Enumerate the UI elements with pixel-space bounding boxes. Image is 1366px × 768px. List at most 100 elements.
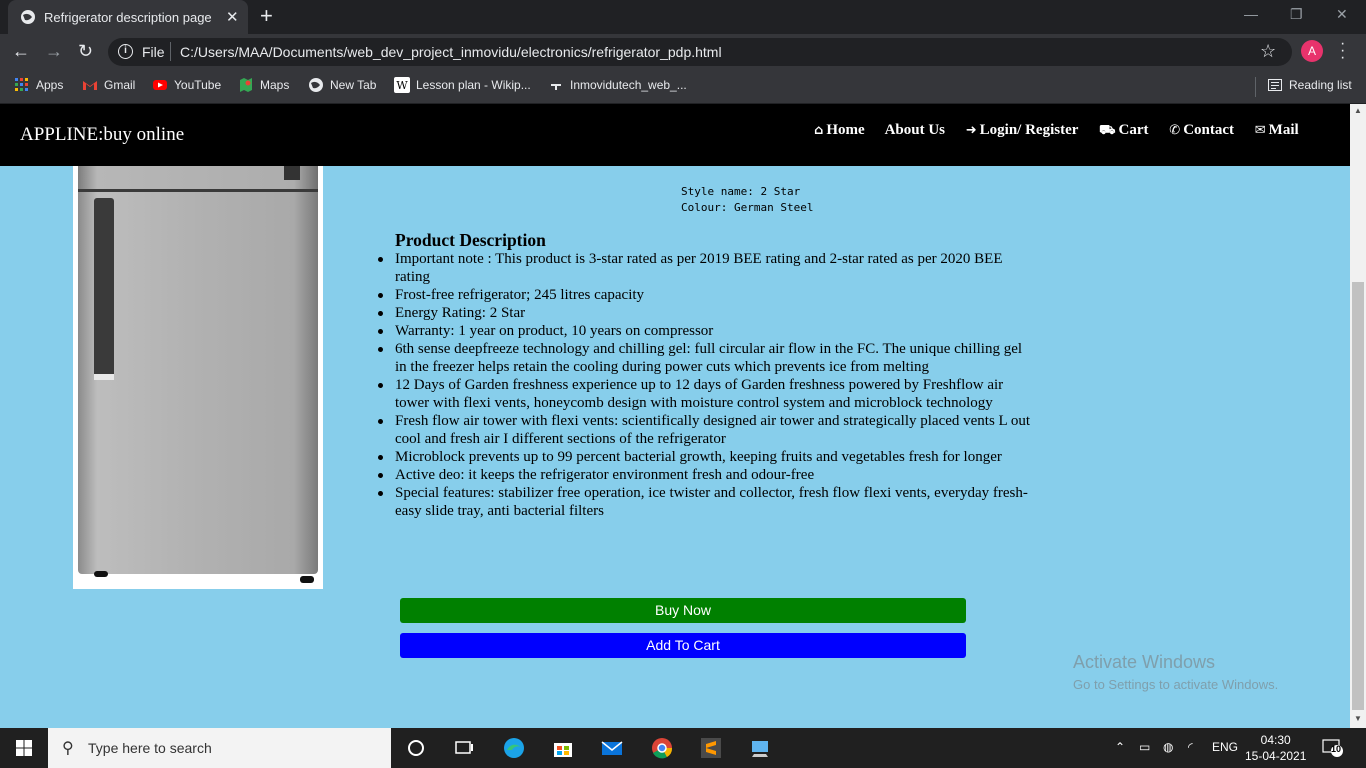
nav-label: About Us: [884, 122, 946, 138]
handle-tip: [94, 374, 114, 380]
bookmark-apps[interactable]: Apps: [14, 77, 63, 95]
bookmarks-bar: Apps Gmail YouTube Maps New Tab W Lesson …: [0, 70, 1366, 104]
description-item: Energy Rating: 2 Star: [378, 304, 1035, 322]
file-label: File: [142, 44, 165, 60]
app-icon[interactable]: [748, 736, 772, 760]
bookmark-star-icon[interactable]: ☆: [1260, 41, 1276, 62]
back-icon[interactable]: ←: [12, 42, 30, 60]
scrollbar-thumb[interactable]: [1352, 282, 1364, 710]
cortana-icon[interactable]: [404, 736, 428, 760]
bookmark-label: Inmovidutech_web_...: [570, 78, 687, 92]
buy-now-button[interactable]: Buy Now: [400, 598, 966, 623]
sublime-text-icon[interactable]: [699, 736, 723, 760]
bookmarks-separator: [1255, 77, 1256, 97]
clock-time: 04:30: [1260, 733, 1291, 747]
home-icon: ⌂: [814, 123, 824, 138]
address-separator: [170, 42, 171, 61]
battery-icon[interactable]: ▭: [1139, 740, 1150, 754]
nav-label: Login/ Register: [979, 122, 1079, 138]
page-scrollbar[interactable]: ▲ ▼: [1350, 104, 1366, 728]
language-indicator[interactable]: ENG: [1212, 740, 1238, 754]
description-item: Microblock prevents up to 99 percent bac…: [378, 448, 1035, 466]
meet-now-icon[interactable]: ◍: [1163, 740, 1173, 754]
search-icon: ⚲: [62, 740, 74, 757]
taskbar-search[interactable]: ⚲ Type here to search: [48, 728, 391, 768]
sign-in-icon: ➜: [965, 123, 977, 138]
reading-list-button[interactable]: Reading list: [1267, 77, 1352, 95]
description-heading: Product Description: [395, 230, 546, 250]
close-window-icon[interactable]: ✕: [1336, 6, 1348, 23]
bookmark-label: Maps: [260, 78, 290, 92]
forward-icon[interactable]: →: [45, 42, 63, 60]
description-item: 6th sense deepfreeze technology and chil…: [378, 340, 1035, 376]
spec-style: Style name: 2 Star: [681, 185, 801, 198]
envelope-icon: ✉: [1254, 123, 1266, 138]
scroll-down-icon[interactable]: ▼: [1354, 714, 1362, 723]
add-to-cart-button[interactable]: Add To Cart: [400, 633, 966, 658]
site-navbar: APPLINE:buy online ⌂ Home About Us ➜ Login…: [0, 104, 1350, 166]
scroll-up-icon[interactable]: ▲: [1354, 106, 1362, 115]
site-brand[interactable]: APPLINE:buy online: [20, 124, 184, 146]
info-icon[interactable]: i: [118, 44, 133, 59]
bookmark-new-tab[interactable]: New Tab: [308, 77, 376, 95]
phone-icon: ✆: [1169, 123, 1181, 138]
bookmark-lesson-plan[interactable]: W Lesson plan - Wikip...: [394, 77, 531, 95]
product-description: Product Description Important note : Thi…: [378, 230, 1035, 520]
notification-count: 10: [1331, 744, 1342, 754]
minimize-icon[interactable]: —: [1244, 6, 1258, 22]
browser-tab[interactable]: Refrigerator description page ✕: [8, 0, 248, 34]
page-viewport: Style name: 2 Star Colour: German Steel P…: [0, 104, 1350, 728]
bookmark-gmail[interactable]: Gmail: [82, 77, 135, 95]
close-tab-icon[interactable]: ✕: [226, 8, 239, 26]
notification-center-icon[interactable]: 10: [1322, 738, 1344, 758]
mail-icon[interactable]: [600, 736, 624, 760]
fridge-foot: [94, 571, 108, 577]
profile-avatar[interactable]: A: [1301, 40, 1323, 62]
new-tab-button[interactable]: +: [260, 5, 273, 27]
nav-cart[interactable]: ⛟ Cart: [1099, 122, 1148, 138]
bookmark-label: YouTube: [174, 78, 222, 92]
gmail-icon: [83, 81, 97, 90]
fridge-foot: [300, 576, 314, 583]
edge-icon[interactable]: [502, 736, 526, 760]
reload-icon[interactable]: ↻: [78, 42, 93, 60]
store-icon[interactable]: [551, 736, 575, 760]
windows-start-icon[interactable]: [16, 740, 32, 756]
browser-tab-strip: Refrigerator description page ✕ + — ❐ ✕: [0, 0, 1366, 34]
star-rating-badge: [284, 166, 300, 180]
wifi-icon[interactable]: ◜: [1188, 740, 1193, 754]
show-hidden-icons[interactable]: ⌃: [1115, 740, 1125, 754]
bookmark-maps[interactable]: Maps: [238, 77, 289, 95]
watermark-title: Activate Windows: [1073, 652, 1216, 672]
nav-login-register[interactable]: ➜ Login/ Register: [966, 122, 1079, 138]
url-text[interactable]: C:/Users/MAA/Documents/web_dev_project_i…: [180, 44, 722, 60]
search-placeholder: Type here to search: [88, 740, 212, 756]
bookmark-label: Lesson plan - Wikip...: [416, 78, 531, 92]
nav-about-us[interactable]: About Us: [885, 122, 945, 138]
reading-list-label: Reading list: [1289, 78, 1352, 92]
nav-contact[interactable]: ✆ Contact: [1169, 122, 1234, 138]
bookmark-inmovidutech[interactable]: Inmovidutech_web_...: [548, 77, 687, 95]
reading-list-icon: [1268, 79, 1282, 91]
spec-colour: Colour: German Steel: [681, 201, 814, 214]
description-item: Special features: stabilizer free operat…: [378, 484, 1035, 520]
description-list: Important note : This product is 3-star …: [378, 250, 1035, 520]
nav-home[interactable]: ⌂ Home: [814, 122, 865, 138]
description-item: Frost-free refrigerator; 245 litres capa…: [378, 286, 1035, 304]
watermark-subtitle: Go to Settings to activate Windows.: [1073, 677, 1279, 692]
bookmark-label: Gmail: [104, 78, 136, 92]
restore-icon[interactable]: ❐: [1290, 6, 1303, 23]
wikipedia-icon: W: [394, 77, 410, 93]
address-bar[interactable]: i File C:/Users/MAA/Documents/web_dev_pr…: [108, 38, 1292, 66]
nav-mail[interactable]: ✉ Mail: [1255, 122, 1299, 138]
description-item: Fresh flow air tower with flexi vents: s…: [378, 412, 1035, 448]
bookmark-youtube[interactable]: YouTube: [152, 77, 221, 95]
bookmark-label: Apps: [36, 78, 64, 92]
browser-menu-icon[interactable]: · · ·: [1340, 36, 1345, 66]
taskbar-clock[interactable]: 04:30 15-04-2021: [1245, 732, 1306, 764]
chrome-icon[interactable]: [650, 736, 674, 760]
windows-taskbar: ⚲ Type here to search ⌃ ▭ ◍ ◜ ENG 04:30 …: [0, 728, 1366, 768]
task-view-icon[interactable]: [452, 736, 476, 760]
activate-windows-watermark: Activate Windows Go to Settings to activ…: [1073, 652, 1278, 692]
youtube-icon: [153, 80, 167, 90]
